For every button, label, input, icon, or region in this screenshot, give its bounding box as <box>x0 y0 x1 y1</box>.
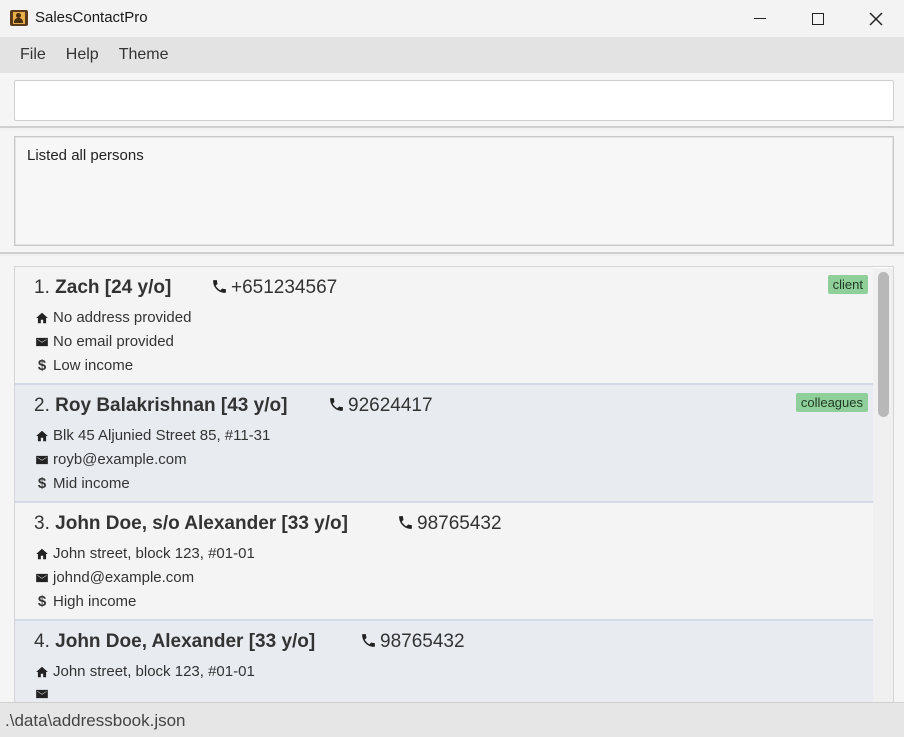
title-bar: SalesContactPro <box>0 0 904 37</box>
envelope-icon <box>35 453 49 467</box>
person-email <box>35 687 53 701</box>
income-text: Low income <box>53 357 134 374</box>
person-index: 3. <box>34 513 50 534</box>
income-text: High income <box>53 593 137 610</box>
person-header: 4. John Doe, Alexander [33 y/o] <box>34 631 315 653</box>
person-email: johnd@example.com <box>35 569 194 586</box>
email-text: royb@example.com <box>53 451 187 468</box>
person-name: John Doe, Alexander [33 y/o] <box>55 631 316 652</box>
phone-text: 98765432 <box>380 631 465 652</box>
address-text: No address provided <box>53 309 192 326</box>
menu-theme[interactable]: Theme <box>109 46 179 64</box>
menu-bar: File Help Theme <box>0 37 904 73</box>
person-name: Roy Balakrishnan [43 y/o] <box>55 395 288 416</box>
person-income: $ Mid income <box>35 475 130 492</box>
person-phone: 98765432 <box>397 513 502 535</box>
result-display[interactable]: Listed all persons <box>14 136 894 246</box>
person-address: John street, block 123, #01-01 <box>35 545 255 562</box>
command-box-panel <box>0 73 904 128</box>
person-email: royb@example.com <box>35 451 187 468</box>
person-card[interactable]: 4. John Doe, Alexander [33 y/o] 98765432… <box>15 621 873 702</box>
minimize-icon <box>754 17 766 20</box>
menu-help[interactable]: Help <box>56 46 109 64</box>
phone-icon <box>362 634 375 647</box>
address-text: John street, block 123, #01-01 <box>53 663 255 680</box>
envelope-icon <box>35 571 49 585</box>
list-scrollbar[interactable] <box>873 268 893 702</box>
address-text: John street, block 123, #01-01 <box>53 545 255 562</box>
person-header: 1. Zach [24 y/o] <box>34 277 171 299</box>
phone-icon <box>330 398 343 411</box>
envelope-icon <box>35 687 49 701</box>
person-income: $ High income <box>35 593 137 610</box>
person-list[interactable]: 1. Zach [24 y/o] +651234567 client No ad… <box>14 266 894 702</box>
person-index: 1. <box>34 277 50 298</box>
person-address: Blk 45 Aljunied Street 85, #11-31 <box>35 427 270 444</box>
dollar-icon: $ <box>37 357 47 374</box>
window-title: SalesContactPro <box>35 9 148 26</box>
person-income: $ Low income <box>35 357 133 374</box>
close-icon <box>869 11 883 26</box>
email-text: No email provided <box>53 333 174 350</box>
person-phone: 92624417 <box>328 395 433 417</box>
phone-text: 98765432 <box>417 513 502 534</box>
tag-badge: colleagues <box>795 393 868 412</box>
person-index: 2. <box>34 395 50 416</box>
person-card[interactable]: 3. John Doe, s/o Alexander [33 y/o] 9876… <box>15 503 873 621</box>
person-phone: +651234567 <box>211 277 337 299</box>
person-address: No address provided <box>35 309 191 326</box>
maximize-button[interactable] <box>789 0 847 37</box>
address-text: Blk 45 Aljunied Street 85, #11-31 <box>53 427 271 444</box>
dollar-icon: $ <box>37 593 47 610</box>
app-icon <box>10 10 28 26</box>
phone-icon <box>399 516 412 529</box>
person-phone: 98765432 <box>360 631 465 653</box>
person-header: 3. John Doe, s/o Alexander [33 y/o] <box>34 513 348 535</box>
scroll-thumb[interactable] <box>878 272 889 417</box>
tag-badge: client <box>827 275 868 294</box>
phone-icon <box>213 280 226 293</box>
home-icon <box>35 429 49 443</box>
email-text: johnd@example.com <box>53 569 195 586</box>
phone-text: 92624417 <box>348 395 433 416</box>
status-bar: .\data\addressbook.json <box>0 702 904 737</box>
command-input[interactable] <box>14 80 894 121</box>
person-email: No email provided <box>35 333 174 350</box>
phone-text: +651234567 <box>231 277 338 298</box>
close-button[interactable] <box>847 0 904 37</box>
person-name: Zach [24 y/o] <box>55 277 172 298</box>
income-text: Mid income <box>53 475 130 492</box>
person-index: 4. <box>34 631 50 652</box>
menu-file[interactable]: File <box>10 46 56 64</box>
minimize-button[interactable] <box>731 0 789 37</box>
person-card[interactable]: 2. Roy Balakrishnan [43 y/o] 92624417 co… <box>15 385 873 503</box>
dollar-icon: $ <box>37 475 47 492</box>
home-icon <box>35 311 49 325</box>
person-address: John street, block 123, #01-01 <box>35 663 255 680</box>
person-list-panel: 1. Zach [24 y/o] +651234567 client No ad… <box>0 256 904 702</box>
result-display-panel: Listed all persons <box>0 130 904 254</box>
person-name: John Doe, s/o Alexander [33 y/o] <box>55 513 348 534</box>
save-location: .\data\addressbook.json <box>5 711 186 730</box>
person-header: 2. Roy Balakrishnan [43 y/o] <box>34 395 287 417</box>
home-icon <box>35 665 49 679</box>
maximize-icon <box>812 12 824 25</box>
envelope-icon <box>35 335 49 349</box>
home-icon <box>35 547 49 561</box>
person-card[interactable]: 1. Zach [24 y/o] +651234567 client No ad… <box>15 267 873 385</box>
